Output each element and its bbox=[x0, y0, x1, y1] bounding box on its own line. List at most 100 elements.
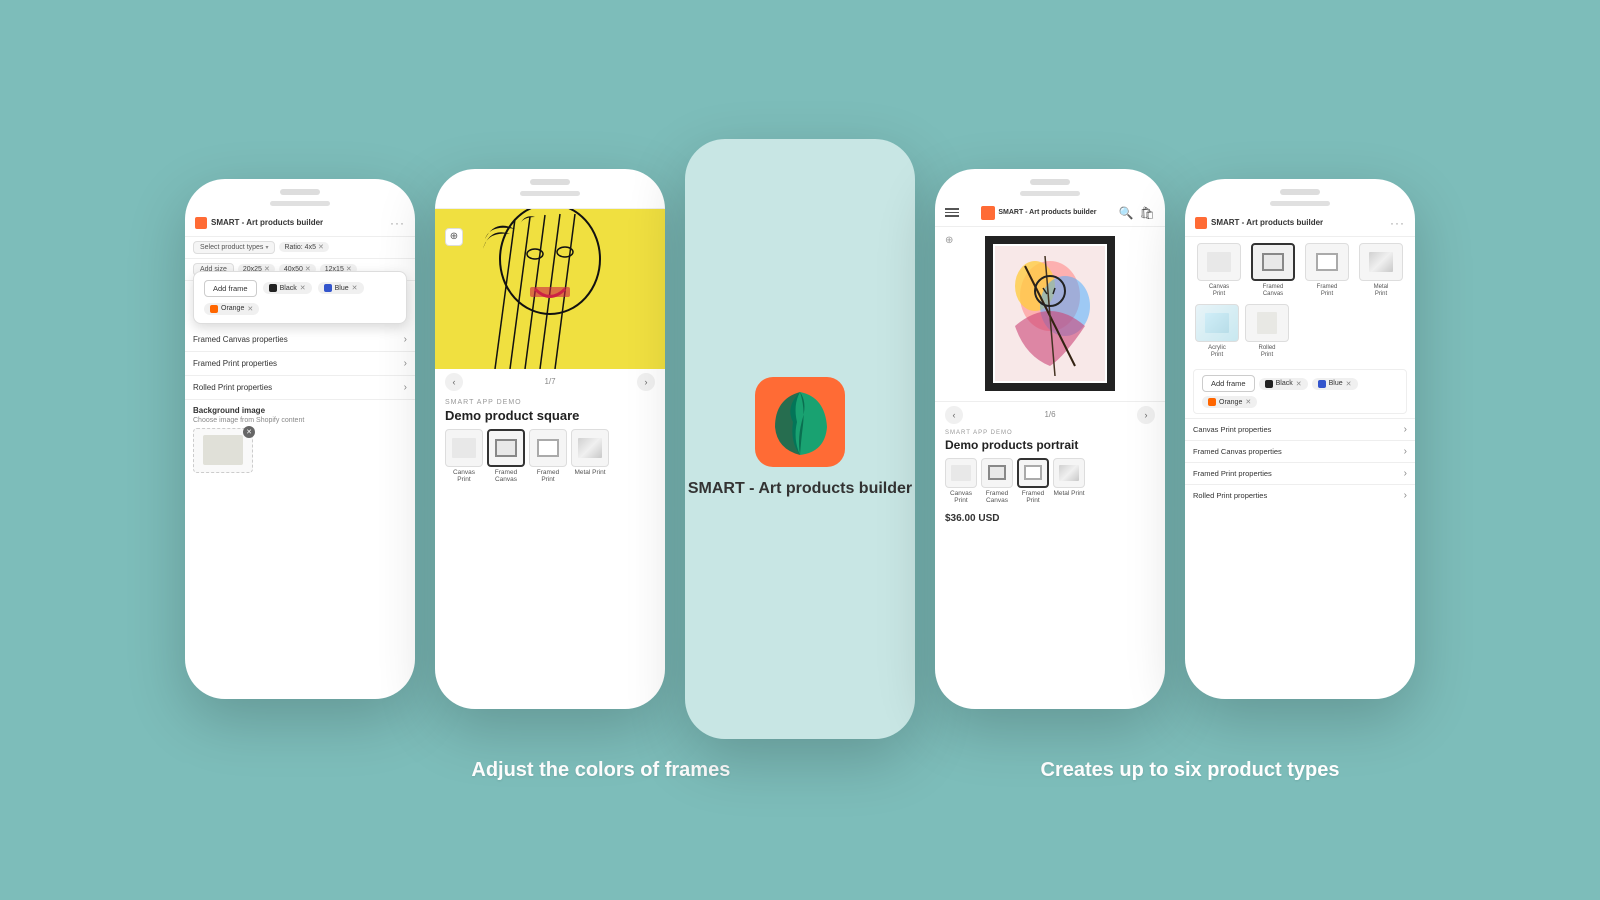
framed-canvas-props[interactable]: Framed Canvas properties › bbox=[185, 328, 415, 352]
framed-canvas-thumb[interactable] bbox=[981, 458, 1013, 488]
color-dot-black bbox=[1265, 380, 1273, 388]
remove-icon[interactable]: ✕ bbox=[1245, 398, 1251, 406]
zoom-button[interactable]: ⊕ bbox=[445, 228, 463, 246]
product-type-btn[interactable]: Select product types ▾ bbox=[193, 241, 275, 254]
color-dot-black bbox=[269, 284, 277, 292]
remove-icon[interactable]: ✕ bbox=[1296, 380, 1302, 388]
phone-product-square: ⊕ bbox=[435, 169, 665, 709]
zoom-icon[interactable]: ⊕ bbox=[945, 235, 953, 246]
grid-item-canvas[interactable]: CanvasPrint bbox=[1195, 243, 1243, 298]
prev-arrow[interactable]: ‹ bbox=[445, 373, 463, 391]
color-blue[interactable]: Blue ✕ bbox=[318, 282, 364, 294]
store-product-types: CanvasPrint FramedCanvas FramedPrint bbox=[935, 458, 1165, 512]
right-rolled-print-props[interactable]: Rolled Print properties › bbox=[1185, 484, 1415, 506]
menu-line bbox=[945, 212, 959, 214]
remove-ratio-icon[interactable]: ✕ bbox=[318, 243, 324, 251]
bg-image-thumb[interactable]: ✕ bbox=[193, 428, 253, 473]
add-frame-button-right[interactable]: Add frame bbox=[1202, 375, 1255, 392]
cart-icon[interactable]: 🛍 bbox=[1140, 206, 1155, 220]
remove-icon[interactable]: ✕ bbox=[1346, 380, 1352, 388]
right-color-black[interactable]: Black ✕ bbox=[1259, 378, 1308, 390]
color-dot-blue bbox=[324, 284, 332, 292]
metal-shape bbox=[578, 438, 602, 458]
remove-color-icon[interactable]: ✕ bbox=[352, 284, 358, 292]
right-framed-canvas-props[interactable]: Framed Canvas properties › bbox=[1185, 440, 1415, 462]
rolled-grid-thumb[interactable] bbox=[1245, 304, 1289, 342]
metal-grid-thumb[interactable] bbox=[1359, 243, 1403, 281]
rolled-print-props[interactable]: Rolled Print properties › bbox=[185, 376, 415, 400]
admin-title: SMART - Art products builder bbox=[1211, 218, 1323, 227]
right-color-orange[interactable]: Orange ✕ bbox=[1202, 396, 1257, 408]
framed-canvas-thumb[interactable] bbox=[487, 429, 525, 467]
color-dot-orange bbox=[1208, 398, 1216, 406]
prev-arrow[interactable]: ‹ bbox=[945, 406, 963, 424]
grid-item-framed-print[interactable]: FramedPrint bbox=[1303, 243, 1351, 298]
remove-color-icon[interactable]: ✕ bbox=[247, 305, 253, 313]
framed-print-grid-thumb[interactable] bbox=[1305, 243, 1349, 281]
remove-color-icon[interactable]: ✕ bbox=[300, 284, 306, 292]
canvas-shape bbox=[1207, 252, 1231, 272]
store-type-framed-print[interactable]: FramedPrint bbox=[1017, 458, 1049, 506]
framed-canvas-shape bbox=[1262, 253, 1284, 271]
framed-print-thumb[interactable] bbox=[1017, 458, 1049, 488]
canvas-thumb[interactable] bbox=[945, 458, 977, 488]
ratio-tag[interactable]: Ratio: 4x5 ✕ bbox=[279, 242, 328, 252]
main-container: SMART - Art products builder ··· Select … bbox=[20, 119, 1580, 739]
store-type-canvas[interactable]: CanvasPrint bbox=[945, 458, 977, 506]
chevron-down-icon: ▾ bbox=[265, 244, 268, 251]
store-type-framed-canvas[interactable]: FramedCanvas bbox=[981, 458, 1013, 506]
metal-thumb[interactable] bbox=[571, 429, 609, 467]
admin-header: SMART - Art products builder ··· bbox=[185, 210, 415, 237]
color-black[interactable]: Black ✕ bbox=[263, 282, 312, 294]
color-orange[interactable]: Orange ✕ bbox=[204, 303, 259, 315]
right-canvas-props[interactable]: Canvas Print properties › bbox=[1185, 418, 1415, 440]
framed-print-props[interactable]: Framed Print properties › bbox=[185, 352, 415, 376]
metal-label: Metal Print bbox=[1053, 490, 1084, 498]
product-types: CanvasPrint FramedCanvas FramedPrint bbox=[435, 429, 665, 485]
framed-print-shape bbox=[1316, 253, 1338, 271]
canvas-grid-thumb[interactable] bbox=[1197, 243, 1241, 281]
grid-item-rolled[interactable]: RolledPrint bbox=[1245, 304, 1289, 359]
framed-canvas-label: FramedCanvas bbox=[495, 469, 517, 485]
acrylic-grid-thumb[interactable] bbox=[1195, 304, 1239, 342]
color-dot-blue bbox=[1318, 380, 1326, 388]
hamburger-menu[interactable] bbox=[945, 208, 959, 217]
canvas-thumb[interactable] bbox=[445, 429, 483, 467]
store-product-title: Demo products portrait bbox=[935, 438, 1165, 458]
metal-thumb[interactable] bbox=[1053, 458, 1085, 488]
product-grid-row1: CanvasPrint FramedCanvas FramedPrint bbox=[1185, 237, 1415, 304]
grid-item-metal[interactable]: MetalPrint bbox=[1357, 243, 1405, 298]
phone2-content: ⊕ bbox=[435, 196, 665, 706]
grid-item-acrylic[interactable]: AcrylicPrint bbox=[1195, 304, 1239, 359]
app-name: SMART - Art products builder bbox=[688, 479, 912, 500]
store-product-image: ⊕ bbox=[935, 227, 1165, 402]
rolled-print-props-label: Rolled Print properties bbox=[1193, 491, 1267, 500]
add-frame-button[interactable]: Add frame bbox=[204, 280, 257, 297]
bg-image-title: Background image bbox=[193, 406, 407, 415]
search-icon[interactable]: 🔍 bbox=[1119, 206, 1134, 220]
phone-notch bbox=[1030, 179, 1070, 185]
type-canvas-print[interactable]: CanvasPrint bbox=[445, 429, 483, 485]
store-demo-tag: SMART APP DEMO bbox=[935, 428, 1165, 438]
product-image-area bbox=[435, 209, 665, 369]
store-type-metal[interactable]: Metal Print bbox=[1053, 458, 1085, 506]
phone4-content: SMART - Art products builder 🔍 🛍 ⊕ bbox=[935, 196, 1165, 706]
phone-notch bbox=[280, 189, 320, 195]
right-framed-print-props[interactable]: Framed Print properties › bbox=[1185, 462, 1415, 484]
framed-canvas-grid-thumb[interactable] bbox=[1251, 243, 1295, 281]
remove-image-icon[interactable]: ✕ bbox=[243, 426, 255, 438]
grid-item-framed-canvas[interactable]: FramedCanvas bbox=[1249, 243, 1297, 298]
phone5-content: SMART - Art products builder ··· CanvasP… bbox=[1185, 206, 1415, 696]
next-arrow[interactable]: › bbox=[1137, 406, 1155, 424]
framed-canvas-grid-label: FramedCanvas bbox=[1263, 284, 1284, 298]
bg-image-subtitle: Choose image from Shopify content bbox=[193, 417, 407, 424]
store-artwork-frame bbox=[985, 236, 1115, 391]
next-arrow[interactable]: › bbox=[637, 373, 655, 391]
type-framed-canvas[interactable]: FramedCanvas bbox=[487, 429, 525, 485]
framed-print-thumb[interactable] bbox=[529, 429, 567, 467]
type-framed-print[interactable]: FramedPrint bbox=[529, 429, 567, 485]
type-metal-print[interactable]: Metal Print bbox=[571, 429, 609, 485]
color-dot-orange bbox=[210, 305, 218, 313]
framed-print-shape bbox=[537, 439, 559, 457]
right-color-blue[interactable]: Blue ✕ bbox=[1312, 378, 1358, 390]
